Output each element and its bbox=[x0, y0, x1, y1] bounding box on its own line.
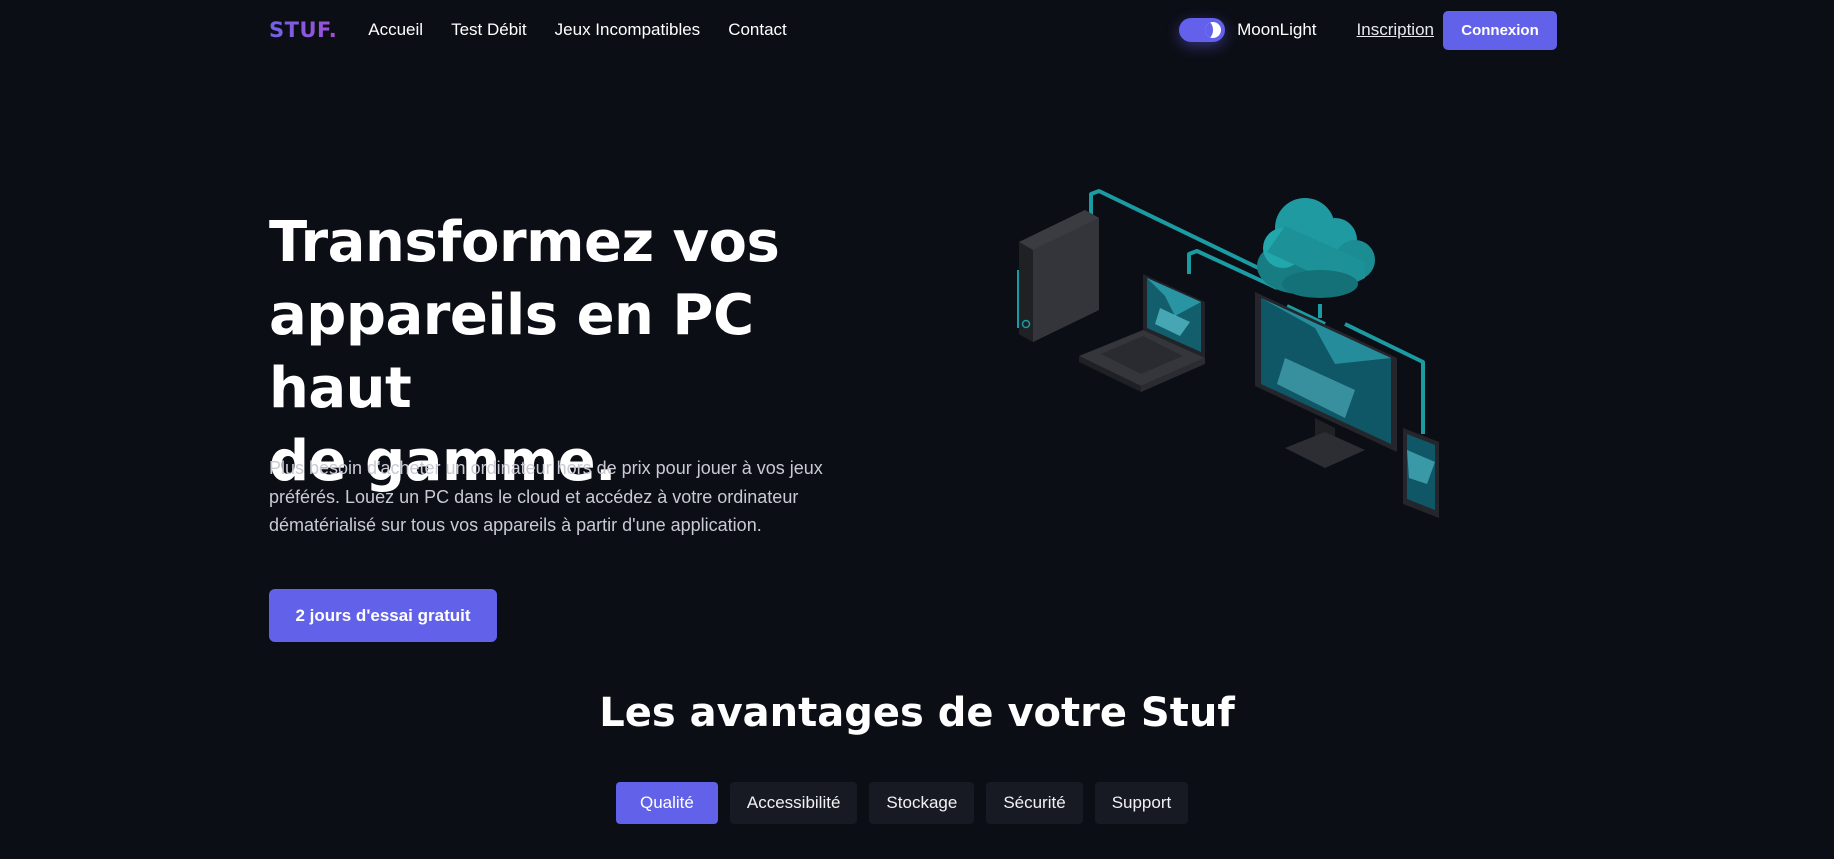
cloud-icon bbox=[1257, 198, 1375, 298]
hero-title-line: Transformez vos bbox=[269, 210, 780, 275]
tab-stockage[interactable]: Stockage bbox=[869, 782, 975, 824]
logo-dot[interactable]: . bbox=[329, 18, 337, 42]
landing-page: STUF. Accueil Test Débit Jeux Incompatib… bbox=[0, 0, 1834, 859]
hero-description: Plus besoin d'acheter un ordinateur hors… bbox=[269, 454, 859, 540]
pc-tower-icon bbox=[1019, 210, 1099, 342]
tab-qualite[interactable]: Qualité bbox=[616, 782, 718, 824]
theme-label: MoonLight bbox=[1237, 20, 1317, 39]
theme-toggle[interactable] bbox=[1179, 18, 1226, 42]
tab-accessibilite[interactable]: Accessibilité bbox=[729, 782, 858, 824]
nav-right: MoonLight Inscription Connexion bbox=[1179, 10, 1557, 50]
advantages-title: Les avantages de votre Stuf bbox=[599, 690, 1235, 736]
nav-link-test-debit[interactable]: Test Débit bbox=[451, 20, 527, 40]
login-button[interactable]: Connexion bbox=[1443, 10, 1557, 50]
logo[interactable]: STUF. bbox=[269, 18, 337, 42]
tab-support[interactable]: Support bbox=[1094, 782, 1189, 824]
hero-description-line: Plus besoin d'acheter un ordinateur hors… bbox=[269, 458, 823, 478]
nav-link-accueil[interactable]: Accueil bbox=[368, 20, 423, 40]
logo-text[interactable]: STUF bbox=[269, 18, 329, 42]
hero-description-line: préférés. Louez un PC dans le cloud et a… bbox=[269, 486, 799, 507]
cloud-devices-illustration bbox=[1017, 189, 1439, 518]
hero-title-line: appareils en PC haut bbox=[269, 283, 754, 421]
signup-link[interactable]: Inscription bbox=[1357, 20, 1434, 40]
phone-icon bbox=[1403, 428, 1439, 518]
nav-link-jeux-incompatibles[interactable]: Jeux Incompatibles bbox=[555, 20, 701, 40]
tab-securite[interactable]: Sécurité bbox=[986, 782, 1083, 824]
navbar: STUF. Accueil Test Débit Jeux Incompatib… bbox=[269, 10, 1557, 50]
moon-icon bbox=[1205, 22, 1222, 38]
advantages-tabs: Qualité Accessibilité Stockage Sécurité … bbox=[616, 782, 1189, 824]
nav-links: Accueil Test Débit Jeux Incompatibles Co… bbox=[368, 20, 787, 40]
monitor-icon bbox=[1255, 292, 1397, 468]
nav-link-contact[interactable]: Contact bbox=[728, 20, 787, 40]
free-trial-button[interactable]: 2 jours d'essai gratuit bbox=[269, 589, 497, 642]
hero-description-line: dématérialisé sur tous vos appareils à p… bbox=[269, 515, 762, 535]
